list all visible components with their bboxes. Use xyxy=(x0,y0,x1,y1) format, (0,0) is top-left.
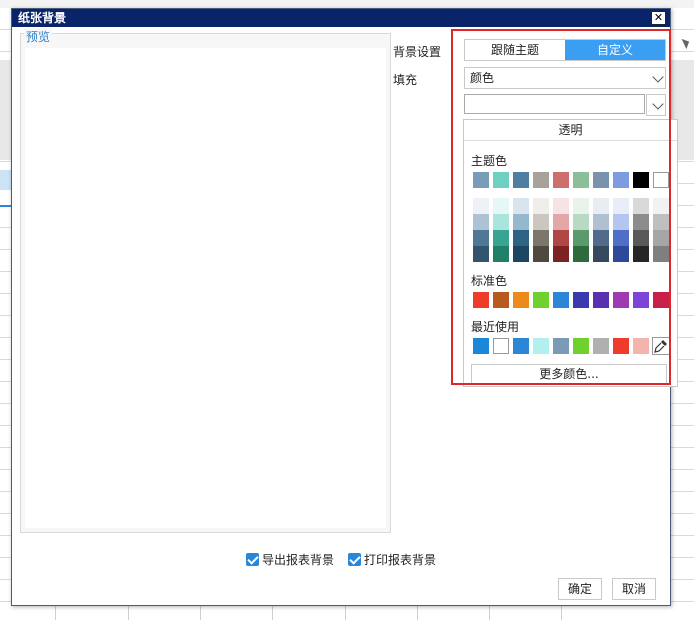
paper-background-dialog: 纸张背景 ✕ 预览 背景设置 跟随主题 自定义 填充 颜色 透明 主题色 标准色… xyxy=(11,8,678,606)
highlight-frame xyxy=(451,29,671,385)
print-background-checkbox[interactable] xyxy=(348,553,361,566)
dialog-titlebar[interactable]: 纸张背景 ✕ xyxy=(12,9,670,27)
export-background-label: 导出报表背景 xyxy=(262,553,335,567)
cancel-button[interactable]: 取消 xyxy=(612,578,656,600)
export-background-option[interactable]: 导出报表背景 xyxy=(246,552,334,568)
export-background-checkbox[interactable] xyxy=(246,553,259,566)
ok-button[interactable]: 确定 xyxy=(558,578,602,600)
print-background-option[interactable]: 打印报表背景 xyxy=(348,552,436,568)
print-background-label: 打印报表背景 xyxy=(364,553,437,567)
preview-legend: 预览 xyxy=(24,28,53,45)
preview-panel xyxy=(20,33,391,533)
close-button[interactable]: ✕ xyxy=(651,11,666,25)
preview-canvas xyxy=(25,48,386,528)
app-toolbar xyxy=(0,0,694,8)
fill-label: 填充 xyxy=(393,73,418,87)
background-settings-label: 背景设置 xyxy=(393,45,442,59)
dialog-title: 纸张背景 xyxy=(18,11,67,25)
